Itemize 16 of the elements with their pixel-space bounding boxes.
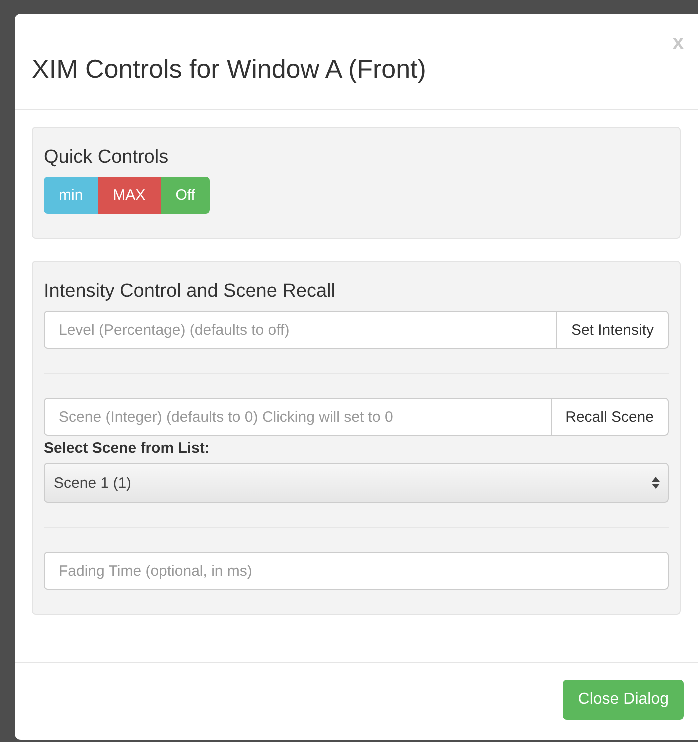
select-label: Select Scene from List: xyxy=(44,440,211,457)
select-value: Scene 1 (1) xyxy=(54,474,132,492)
updown-arrows-icon xyxy=(652,477,660,489)
scene-input[interactable]: Scene (Integer) (defaults to 0) Clicking will set to 0 xyxy=(44,398,552,436)
section-heading: Quick Controls xyxy=(44,147,170,169)
fading-time-input[interactable]: Fading Time (optional, in ms) xyxy=(44,552,669,590)
quick-control-button[interactable]: min xyxy=(44,177,98,214)
close-dialog-button[interactable]: Close Dialog xyxy=(563,680,684,720)
level-input[interactable]: Level (Percentage) (defaults to off) xyxy=(44,311,558,349)
dialog-title: XIM Controls for Window A (Front) xyxy=(32,54,428,85)
quick-control-button[interactable]: MAX xyxy=(98,177,161,214)
recall-scene-button[interactable]: Recall Scene xyxy=(552,398,669,436)
scene-select[interactable]: Scene 1 (1) xyxy=(44,463,669,503)
section-heading: Intensity Control and Scene Recall xyxy=(44,281,336,303)
quick-control-button[interactable]: Off xyxy=(160,177,210,214)
set-intensity-button[interactable]: Set Intensity xyxy=(557,311,669,349)
